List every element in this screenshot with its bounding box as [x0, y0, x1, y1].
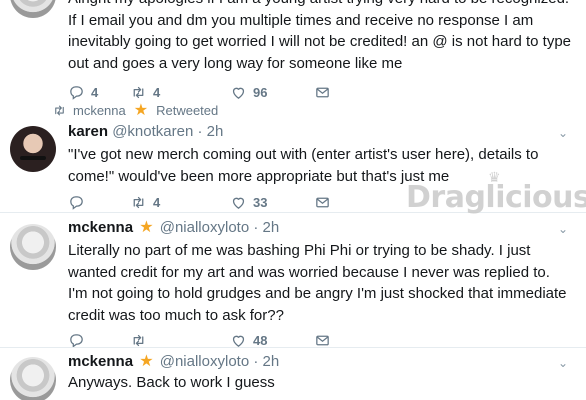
like-button[interactable]: 96: [230, 82, 267, 102]
heart-icon: [232, 335, 245, 347]
user-handle[interactable]: @nialloxyloto: [160, 353, 249, 370]
envelope-icon: [316, 87, 329, 97]
like-count: 48: [253, 332, 268, 348]
retweet-icon: [133, 196, 144, 208]
tweet[interactable]: mckenna ★ @nialloxyloto · 2h ⌄ Literally…: [0, 212, 586, 354]
user-handle[interactable]: @nialloxyloto: [160, 219, 249, 236]
heart-icon: [232, 87, 245, 99]
like-count: 33: [253, 194, 268, 210]
chevron-down-icon[interactable]: ⌄: [558, 356, 568, 370]
retweet-button[interactable]: 4: [130, 192, 160, 212]
dm-button[interactable]: [314, 82, 331, 102]
user-handle[interactable]: @knotkaren: [112, 123, 193, 140]
envelope-icon: [316, 335, 329, 345]
reply-button[interactable]: 4: [68, 82, 98, 102]
display-name[interactable]: mckenna: [68, 219, 133, 236]
avatar[interactable]: [10, 357, 56, 400]
tweet[interactable]: mckenna ★ @nialloxyloto · 2h ⌄ Anyways. …: [0, 347, 586, 400]
envelope-icon: [316, 197, 329, 207]
reply-count: 4: [91, 84, 99, 100]
watermark-logo: ♛ Draglicious: [406, 170, 586, 215]
timestamp[interactable]: · 2h: [253, 353, 279, 370]
retweet-count: 4: [153, 194, 161, 210]
tweet-text: Anyways. Back to work I guess: [68, 374, 275, 391]
chevron-down-icon[interactable]: ⌄: [558, 222, 568, 236]
avatar[interactable]: [10, 224, 56, 270]
tweet-header: karen @knotkaren · 2h: [68, 122, 223, 142]
heart-icon: [232, 197, 245, 209]
reply-icon: [70, 333, 83, 348]
like-count: 96: [253, 84, 268, 100]
retweet-button[interactable]: 4: [130, 82, 160, 102]
retweet-icon: [133, 334, 144, 346]
reply-button[interactable]: [68, 192, 85, 212]
reply-icon: [70, 195, 83, 210]
timestamp[interactable]: · 2h: [253, 219, 279, 236]
tweet-top[interactable]: Alright my apologies if I am a young art…: [0, 0, 586, 100]
timestamp[interactable]: · 2h: [197, 123, 223, 140]
crown-icon: ♛: [488, 170, 501, 186]
tweet-header: mckenna ★ @nialloxyloto · 2h: [68, 218, 279, 238]
display-name[interactable]: mckenna: [68, 353, 133, 370]
star-icon: ★: [139, 219, 154, 236]
reply-icon: [70, 85, 83, 100]
tweet-header: mckenna ★ @nialloxyloto · 2h: [68, 352, 279, 372]
display-name[interactable]: karen: [68, 123, 108, 140]
retweet-icon: [133, 86, 144, 98]
tweet-text: Literally no part of me was bashing Phi …: [68, 242, 567, 324]
retweet-count: 4: [153, 84, 161, 100]
tweet-text: Alright my apologies if I am a young art…: [68, 0, 572, 72]
chevron-down-icon[interactable]: ⌄: [558, 126, 568, 140]
star-icon: ★: [139, 353, 154, 370]
dm-button[interactable]: [314, 192, 331, 212]
like-button[interactable]: 33: [230, 192, 267, 212]
avatar[interactable]: [10, 126, 56, 172]
avatar[interactable]: [10, 0, 56, 18]
